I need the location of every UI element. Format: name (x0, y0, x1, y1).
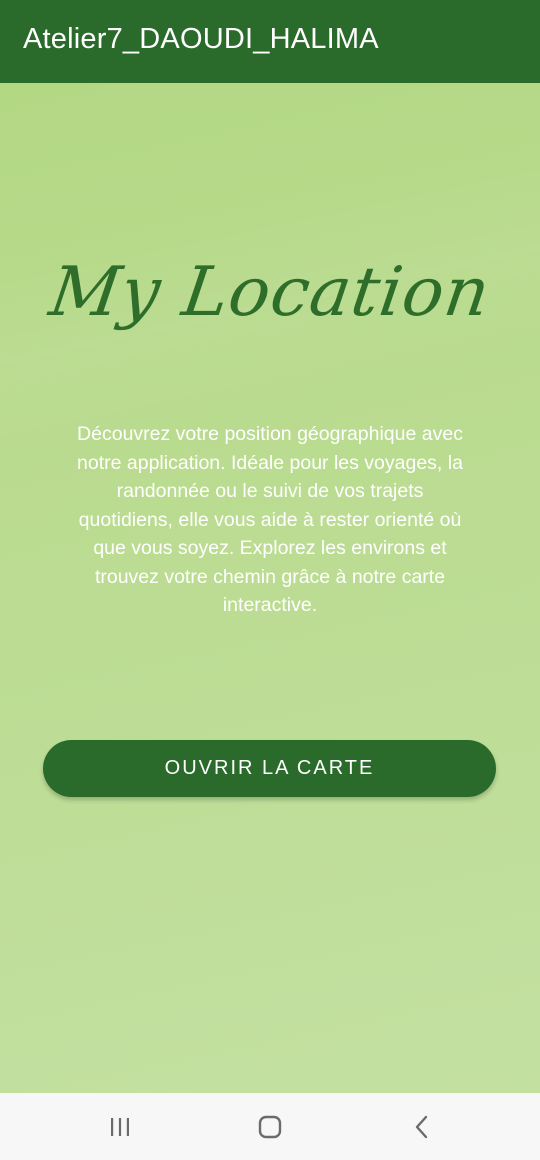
system-navigation-bar (0, 1093, 540, 1160)
recent-apps-button[interactable] (70, 1093, 170, 1160)
page-title: My Location (44, 253, 496, 332)
app-bar: Atelier7_DAOUDI_HALIMA (0, 0, 540, 83)
back-icon (412, 1114, 432, 1140)
app-title: Atelier7_DAOUDI_HALIMA (23, 23, 379, 55)
back-button[interactable] (372, 1093, 472, 1160)
recent-apps-icon (108, 1117, 132, 1137)
home-button[interactable] (220, 1093, 320, 1160)
description-text: Découvrez votre position géographique av… (77, 423, 463, 616)
open-map-button[interactable]: OUVRIR LA CARTE (43, 740, 496, 797)
home-icon (257, 1114, 283, 1140)
main-content: My Location Découvrez votre position géo… (0, 83, 540, 1093)
